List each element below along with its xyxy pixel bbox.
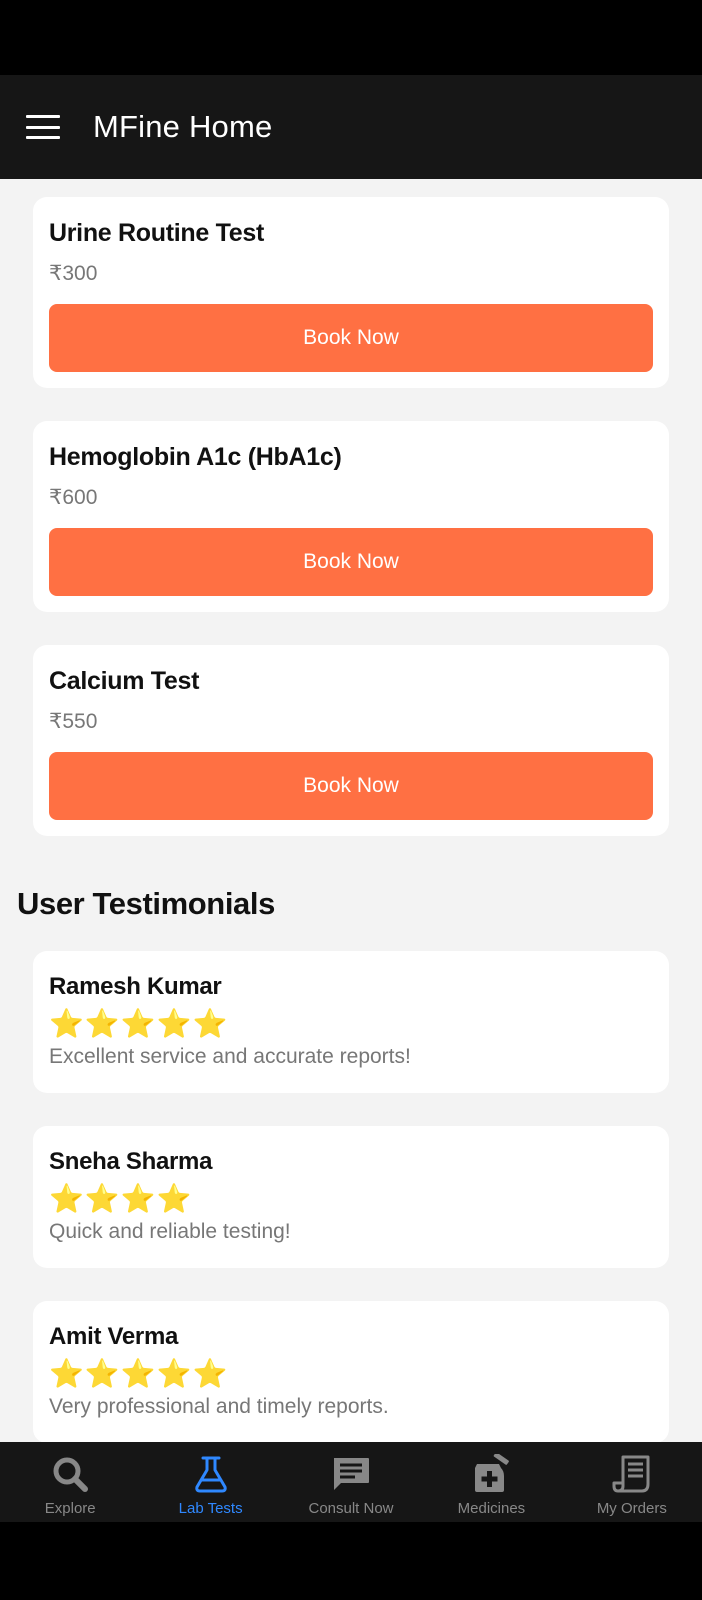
nav-item-medicines[interactable]: Medicines (421, 1442, 561, 1522)
nav-label: Explore (44, 1500, 96, 1517)
nav-item-explore[interactable]: Explore (0, 1442, 140, 1522)
review-text: Very professional and timely reports. (49, 1395, 389, 1418)
test-price: ₹300 (49, 262, 98, 285)
nav-label: My Orders (596, 1500, 667, 1517)
bottom-nav: Explore Lab Tests Consult Now Medicines (0, 1442, 702, 1522)
reviewer-name: Ramesh Kumar (49, 973, 222, 1000)
main-content[interactable]: Urine Routine Test ₹300 Book Now Hemoglo… (0, 179, 702, 1442)
medicine-icon (475, 1454, 510, 1492)
star-rating: ⭐⭐⭐⭐⭐ (49, 1358, 229, 1389)
review-text: Quick and reliable testing! (49, 1220, 291, 1243)
book-now-button[interactable]: Book Now (49, 752, 653, 820)
testimonial-list: Ramesh Kumar ⭐⭐⭐⭐⭐ Excellent service and… (33, 951, 669, 1442)
test-price: ₹550 (49, 710, 98, 733)
nav-item-consult-now[interactable]: Consult Now (281, 1442, 421, 1522)
chat-icon (334, 1458, 370, 1490)
testimonial-card: Sneha Sharma ⭐⭐⭐⭐ Quick and reliable tes… (33, 1126, 669, 1268)
lab-test-card: Urine Routine Test ₹300 Book Now (33, 197, 669, 388)
nav-label: Lab Tests (178, 1500, 243, 1517)
review-text: Excellent service and accurate reports! (49, 1045, 411, 1068)
testimonial-card: Amit Verma ⭐⭐⭐⭐⭐ Very professional and t… (33, 1301, 669, 1442)
lab-test-card: Hemoglobin A1c (HbA1c) ₹600 Book Now (33, 421, 669, 612)
reviewer-name: Amit Verma (49, 1323, 179, 1350)
test-name: Hemoglobin A1c (HbA1c) (49, 443, 342, 471)
test-name: Urine Routine Test (49, 219, 264, 247)
nav-item-lab-tests[interactable]: Lab Tests (140, 1442, 280, 1522)
book-now-button[interactable]: Book Now (49, 528, 653, 596)
app-bar: MFine Home (0, 75, 702, 179)
search-icon (53, 1457, 89, 1492)
receipt-icon (612, 1455, 650, 1493)
status-bar (0, 0, 702, 75)
testimonials-title: User Testimonials (17, 886, 275, 921)
test-price: ₹600 (49, 486, 98, 509)
nav-label: Consult Now (308, 1500, 394, 1517)
testimonial-card: Ramesh Kumar ⭐⭐⭐⭐⭐ Excellent service and… (33, 951, 669, 1093)
page-title: MFine Home (93, 109, 273, 144)
lab-test-list: Urine Routine Test ₹300 Book Now Hemoglo… (33, 197, 669, 869)
system-nav-bar (0, 1522, 702, 1600)
nav-label: Medicines (457, 1500, 526, 1517)
flask-icon (194, 1456, 227, 1493)
nav-item-my-orders[interactable]: My Orders (562, 1442, 702, 1522)
star-rating: ⭐⭐⭐⭐ (49, 1183, 193, 1214)
lab-test-card: Calcium Test ₹550 Book Now (33, 645, 669, 836)
test-name: Calcium Test (49, 667, 200, 695)
menu-icon[interactable] (26, 115, 60, 139)
book-now-button[interactable]: Book Now (49, 304, 653, 372)
star-rating: ⭐⭐⭐⭐⭐ (49, 1008, 229, 1039)
reviewer-name: Sneha Sharma (49, 1148, 213, 1175)
